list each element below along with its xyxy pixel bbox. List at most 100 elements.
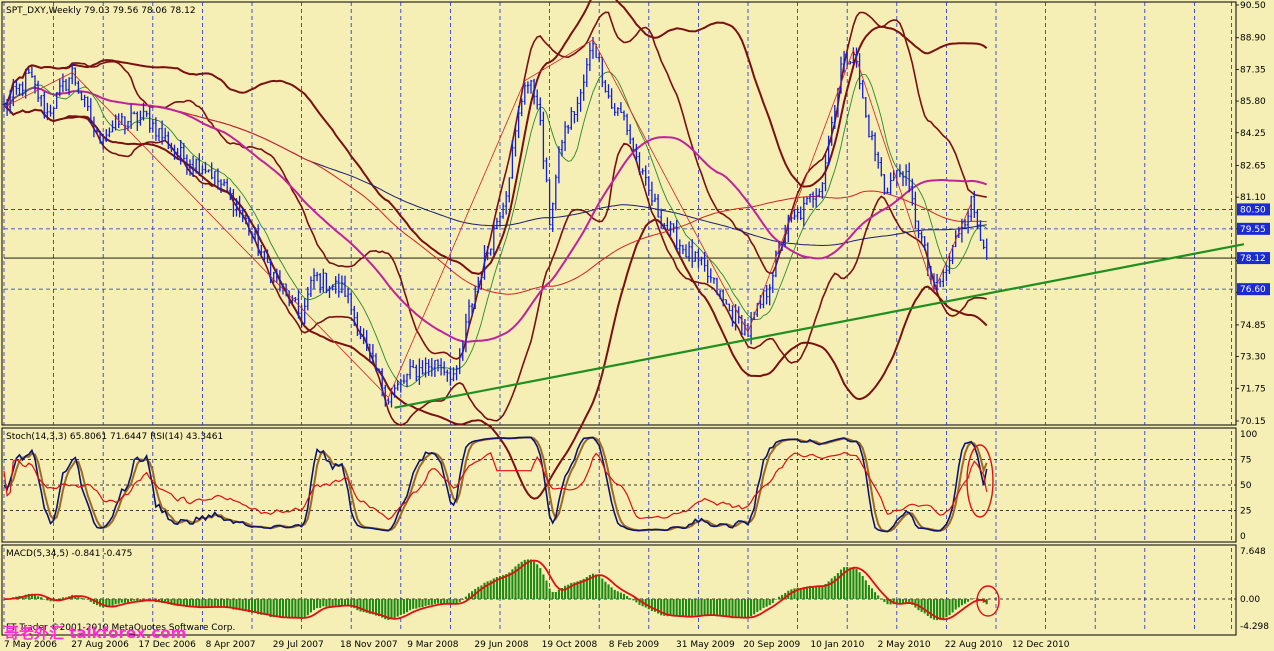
price-bar <box>405 373 409 388</box>
date-axis-label: 10 Jan 2010 <box>810 640 864 650</box>
price-bar <box>399 378 403 393</box>
macd-histogram-bar <box>263 599 266 615</box>
price-bar <box>139 110 142 126</box>
macd-histogram-bar <box>281 599 285 618</box>
price-bar <box>628 124 632 145</box>
price-bar <box>570 107 573 130</box>
price-bar <box>489 248 492 256</box>
price-bar <box>157 128 161 142</box>
price-bar <box>917 220 920 239</box>
price-bar <box>458 348 461 375</box>
macd-histogram-bar <box>777 596 781 600</box>
macd-histogram-bar <box>325 599 328 607</box>
price-bar <box>982 239 985 250</box>
price-bar <box>145 110 148 118</box>
macd-histogram-bar <box>750 599 753 617</box>
macd-histogram-bar <box>855 568 858 600</box>
macd-histogram-bar <box>409 599 412 611</box>
price-bar <box>309 276 313 297</box>
price-bar <box>861 80 864 99</box>
macd-histogram-bar <box>715 599 719 617</box>
macd-histogram-bar <box>973 598 976 600</box>
macd-histogram-bar <box>678 599 681 617</box>
macd-histogram-bar <box>418 599 421 608</box>
price-bar <box>616 107 620 116</box>
price-bar <box>449 367 452 386</box>
macd-histogram-bar <box>198 599 201 608</box>
macd-histogram-bar <box>722 599 725 617</box>
macd-histogram-bar <box>424 599 427 606</box>
price-bar <box>554 174 558 211</box>
macd-histogram-bar <box>874 592 877 600</box>
macd-histogram-bar <box>266 599 269 616</box>
price-bar <box>669 220 672 236</box>
macd-histogram-bar <box>960 599 963 606</box>
price-bar <box>415 364 418 382</box>
price-bar <box>83 94 86 108</box>
price-bar <box>938 278 942 288</box>
macd-histogram-bar <box>669 599 672 616</box>
macd-histogram-bar <box>219 599 223 608</box>
macd-histogram-bar <box>86 599 89 600</box>
price-bar <box>706 259 709 284</box>
macd-histogram-bar <box>297 599 300 618</box>
macd-histogram-bar <box>343 599 347 606</box>
macd-histogram-bar <box>942 599 945 619</box>
price-bar <box>588 42 592 72</box>
date-axis-label: 31 May 2009 <box>676 640 735 650</box>
zigzag-line <box>3 39 972 399</box>
macd-histogram-bar <box>700 599 703 615</box>
price-bar <box>566 124 570 134</box>
macd-histogram-bar <box>207 599 210 607</box>
price-bar <box>876 151 880 169</box>
price-bar <box>731 305 734 327</box>
macd-histogram-bar <box>275 599 278 618</box>
macd-histogram-bar <box>111 599 114 606</box>
price-bar <box>601 56 604 88</box>
macd-histogram-bar <box>598 575 601 600</box>
macd-histogram-bar <box>970 598 973 600</box>
price-bar <box>411 359 415 369</box>
price-level-tag-label: 76.60 <box>1240 285 1266 295</box>
price-bar <box>349 292 353 315</box>
macd-histogram-bar <box>402 599 405 614</box>
macd-histogram-bar <box>542 574 545 600</box>
macd-histogram-bar <box>709 599 712 616</box>
stoch-signal-line <box>3 436 988 533</box>
macd-histogram-bar <box>551 591 554 600</box>
macd-histogram-bar <box>526 559 529 600</box>
stoch-axis-label: 0 <box>1240 532 1246 542</box>
macd-histogram-bar <box>694 599 697 616</box>
macd-histogram-bar <box>223 599 226 608</box>
price-bar <box>604 80 607 93</box>
macd-histogram-bar <box>254 599 257 613</box>
price-bar <box>666 217 669 231</box>
macd-histogram-bar <box>123 599 126 603</box>
macd-histogram-bar <box>396 599 399 617</box>
price-axis-label: 71.75 <box>1240 384 1266 394</box>
price-bar <box>969 195 973 222</box>
macd-histogram-bar <box>867 585 870 600</box>
macd-histogram-bar <box>436 599 440 604</box>
price-bar <box>870 130 874 141</box>
price-bar <box>613 103 616 116</box>
price-bar <box>129 104 133 130</box>
macd-histogram-bar <box>681 599 684 617</box>
price-bar <box>619 102 623 114</box>
macd-histogram-bar <box>399 599 402 616</box>
date-axis-label: 8 Feb 2009 <box>609 640 660 650</box>
price-bar <box>979 220 982 242</box>
macd-histogram-bar <box>771 599 774 603</box>
price-axis-label: 82.65 <box>1240 161 1266 171</box>
macd-histogram-bar <box>880 598 883 600</box>
macd-histogram-bar <box>272 599 275 618</box>
macd-histogram-bar <box>195 599 198 607</box>
macd-histogram-bar <box>753 599 756 615</box>
price-bar <box>207 169 210 173</box>
date-axis-label: 29 Jun 2008 <box>474 640 528 650</box>
price-bar <box>213 170 217 185</box>
price-axis-label: 87.35 <box>1240 65 1266 75</box>
macd-histogram-bar <box>533 561 536 600</box>
macd-histogram-bar <box>545 580 548 600</box>
macd-histogram-bar <box>765 599 768 607</box>
